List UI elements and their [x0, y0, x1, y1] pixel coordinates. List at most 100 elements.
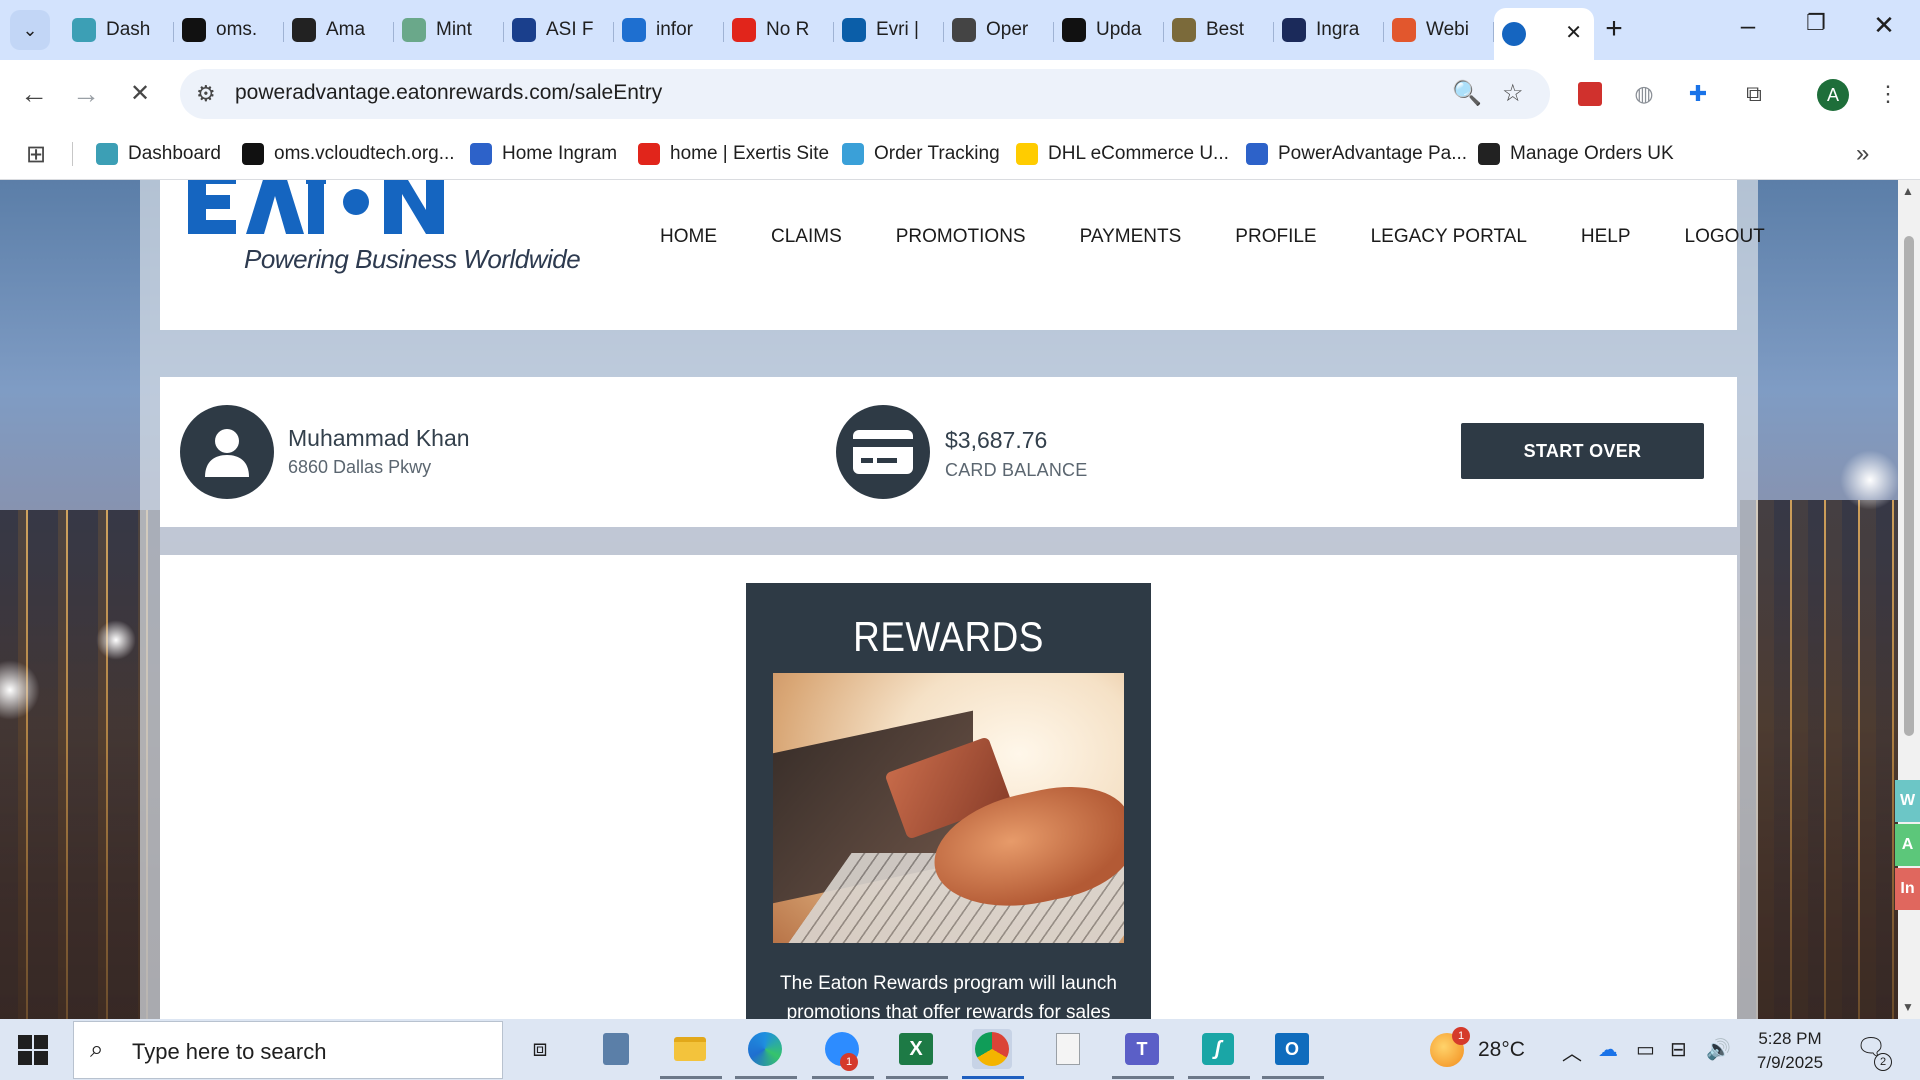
zoom-icon[interactable]: 🔍	[1452, 79, 1482, 108]
nav-home[interactable]: HOME	[660, 226, 717, 248]
calculator-icon[interactable]	[596, 1029, 636, 1069]
side-widget-tabs: W A In	[1895, 780, 1920, 912]
bookmark-item[interactable]: Order Tracking	[842, 140, 1000, 168]
bookmark-item[interactable]: DHL eCommerce U...	[1016, 140, 1229, 168]
scroll-up-arrow-icon[interactable]: ▲	[1902, 184, 1914, 198]
browser-tab[interactable]: Evri |	[834, 8, 944, 52]
browser-tab[interactable]: Dash	[64, 8, 174, 52]
active-browser-tab[interactable]: ✕	[1494, 8, 1594, 60]
tab-title: Oper	[986, 19, 1029, 40]
pdf-extension-icon[interactable]	[1574, 78, 1606, 110]
rewards-description: The Eaton Rewards program will launch pr…	[780, 973, 1117, 1019]
tab-search-button[interactable]: ⌄	[10, 10, 50, 50]
weather-widget[interactable]: 28°C	[1430, 1033, 1525, 1067]
site-info-icon[interactable]: ⚙	[196, 81, 216, 107]
side-widget-tab[interactable]: A	[1895, 824, 1920, 866]
excel-icon[interactable]: X	[896, 1029, 936, 1069]
eaton-logo[interactable]	[188, 180, 448, 236]
bookmarks-separator	[72, 142, 73, 166]
task-view-icon[interactable]: ⧈	[520, 1029, 560, 1069]
tracking-icon	[842, 143, 864, 165]
nav-claims[interactable]: CLAIMS	[771, 226, 842, 248]
globe-extension-icon[interactable]: ◍	[1628, 78, 1660, 110]
outlook-icon[interactable]: O	[1272, 1029, 1312, 1069]
address-bar[interactable]: ⚙ poweradvantage.eatonrewards.com/saleEn…	[180, 69, 1550, 119]
system-clock[interactable]: 5:28 PM 7/9/2025	[1740, 1027, 1840, 1075]
profile-avatar[interactable]: A	[1817, 79, 1849, 111]
back-button[interactable]: ←	[16, 76, 52, 112]
browser-tab[interactable]: ASI F	[504, 8, 614, 52]
extensions-puzzle-icon[interactable]: ⧉	[1738, 78, 1770, 110]
browser-tab[interactable]: oms.	[174, 8, 284, 52]
windows-start-icon[interactable]	[18, 1035, 48, 1065]
eaton-icon	[1502, 22, 1526, 46]
apps-grid-icon[interactable]: ⊞	[26, 140, 46, 169]
amazon-icon	[1478, 143, 1500, 165]
user-icon	[180, 405, 274, 499]
browser-tab[interactable]: Oper	[944, 8, 1054, 52]
new-tab-button[interactable]: +	[1596, 12, 1632, 46]
restore-button[interactable]: ❐	[1796, 10, 1836, 36]
address-url[interactable]: poweradvantage.eatonrewards.com/saleEntr…	[235, 81, 662, 105]
browser-tab[interactable]: infor	[614, 8, 724, 52]
person-icon	[205, 429, 249, 477]
nav-promotions[interactable]: PROMOTIONS	[896, 226, 1026, 248]
nav-logout[interactable]: LOGOUT	[1685, 226, 1765, 248]
bookmark-item[interactable]: oms.vcloudtech.org...	[242, 140, 455, 168]
tab-title: No R	[766, 19, 810, 40]
bookmark-star-icon[interactable]: ☆	[1502, 79, 1524, 108]
taskbar-search-box[interactable]: ⌕ Type here to search	[73, 1021, 503, 1079]
browser-tab[interactable]: Webi	[1384, 8, 1494, 52]
notification-count: 2	[1874, 1053, 1892, 1071]
weather-badge: 1	[1452, 1027, 1470, 1045]
infor-icon	[622, 18, 646, 42]
file-explorer-icon[interactable]	[670, 1029, 710, 1069]
scroll-down-arrow-icon[interactable]: ▼	[1902, 1000, 1914, 1014]
browser-tab[interactable]: Ama	[284, 8, 394, 52]
minimize-button[interactable]: –	[1728, 10, 1768, 41]
script-app-icon[interactable]: ʃ	[1198, 1029, 1238, 1069]
nav-payments[interactable]: PAYMENTS	[1080, 226, 1182, 248]
browser-menu-icon[interactable]: ⋮	[1872, 78, 1904, 110]
bookmark-item[interactable]: Home Ingram	[470, 140, 617, 168]
browser-tab[interactable]: Ingra	[1274, 8, 1384, 52]
close-window-button[interactable]: ✕	[1864, 10, 1904, 41]
more-bookmarks-icon[interactable]: »	[1856, 140, 1869, 168]
tray-overflow-icon[interactable]: ︿	[1562, 1037, 1582, 1066]
browser-tab[interactable]: Best	[1164, 8, 1274, 52]
mint-icon	[402, 18, 426, 42]
extension-shield-icon[interactable]: ✚	[1682, 78, 1714, 110]
close-tab-icon[interactable]: ✕	[1565, 20, 1582, 45]
browser-tab[interactable]: Mint	[394, 8, 504, 52]
bookmark-item[interactable]: home | Exertis Site	[638, 140, 829, 168]
onedrive-icon[interactable]: ☁	[1598, 1037, 1618, 1062]
bookmark-item[interactable]: Dashboard	[96, 140, 221, 168]
forward-button[interactable]: →	[68, 76, 104, 112]
side-widget-tab[interactable]: W	[1895, 780, 1920, 822]
teams-icon[interactable]: T	[1122, 1029, 1162, 1069]
nav-legacy-portal[interactable]: LEGACY PORTAL	[1371, 226, 1527, 248]
running-indicator	[1188, 1076, 1250, 1079]
side-widget-tab[interactable]: In	[1895, 868, 1920, 910]
tab-list: Dash oms. Ama Mint ASI F infor No R Evri | Oper U…	[64, 8, 1594, 60]
battery-icon[interactable]: ▭	[1636, 1037, 1655, 1062]
blank-document-icon[interactable]	[1048, 1029, 1088, 1069]
dhl-icon	[1016, 143, 1038, 165]
scrollbar-thumb[interactable]	[1904, 236, 1914, 736]
bookmark-item[interactable]: Manage Orders UK	[1478, 140, 1674, 168]
stop-loading-button[interactable]: ✕	[122, 76, 158, 112]
exertis-icon	[638, 143, 660, 165]
bookmarks-bar: ⊞ Dashboard oms.vcloudtech.org... Home Ing…	[0, 128, 1920, 180]
promotions-card: REWARDS The Eaton Rewards program will l…	[160, 555, 1737, 1019]
volume-icon[interactable]: 🔊	[1706, 1037, 1731, 1062]
bookmark-item[interactable]: PowerAdvantage Pa...	[1246, 140, 1467, 168]
browser-tab[interactable]: Upda	[1054, 8, 1164, 52]
edge-icon[interactable]	[745, 1029, 785, 1069]
browser-tab[interactable]: No R	[724, 8, 834, 52]
chrome-icon[interactable]	[972, 1029, 1012, 1069]
network-icon[interactable]: ⊟	[1670, 1037, 1687, 1062]
nav-help[interactable]: HELP	[1581, 226, 1631, 248]
rewards-panel[interactable]: REWARDS The Eaton Rewards program will l…	[746, 583, 1151, 1019]
nav-profile[interactable]: PROFILE	[1235, 226, 1316, 248]
start-over-button[interactable]: START OVER	[1461, 423, 1704, 479]
